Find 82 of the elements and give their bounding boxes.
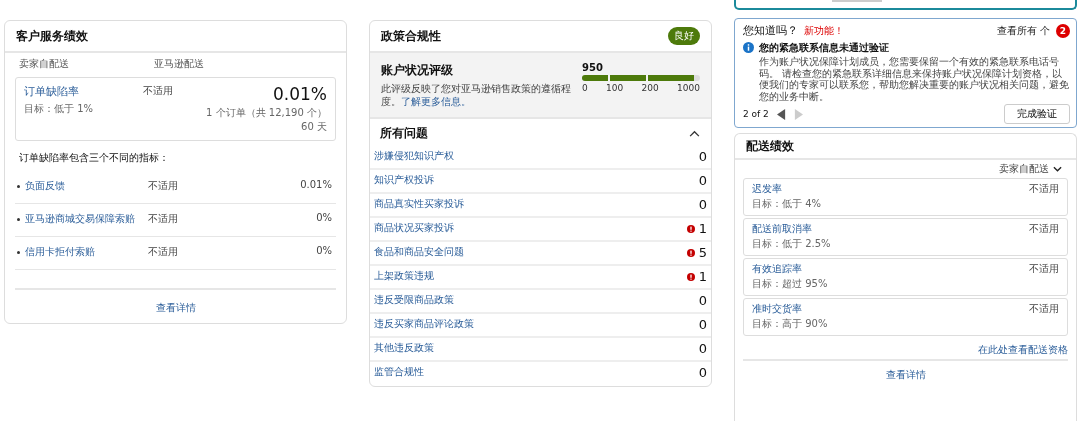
- count-badge: 2: [1056, 23, 1070, 38]
- metric-value: 0%: [315, 245, 332, 256]
- chevron-icon[interactable]: [689, 130, 700, 137]
- intro-text: 订单缺陷率包含三个不同的指标：: [18, 151, 170, 165]
- metric-link[interactable]: 订单缺陷率: [24, 84, 143, 99]
- metric-target: 目标：超过 95%: [752, 277, 828, 291]
- metric-link[interactable]: 准时交货率: [752, 302, 828, 316]
- issue-count: 0: [698, 317, 707, 332]
- panel-title: 客户服务绩效: [16, 27, 88, 45]
- metric-value: 不适用: [1029, 222, 1059, 236]
- filter-dropdown[interactable]: 卖家自配送: [999, 162, 1062, 176]
- issue-link[interactable]: 违反买家商品评论政策: [374, 317, 474, 331]
- issue-link[interactable]: 商品真实性买家投诉: [374, 197, 464, 211]
- issue-count: 0: [698, 197, 707, 212]
- column-header: 亚马逊配送: [153, 57, 204, 71]
- details-link[interactable]: 查看详情: [155, 302, 196, 313]
- axis-tick: 100: [606, 83, 624, 93]
- metric-link[interactable]: 有效追踪率: [752, 262, 828, 276]
- status-badge: 良好: [668, 27, 700, 45]
- issue-count: 0: [698, 149, 707, 164]
- issue-link[interactable]: 商品状况买家投诉: [374, 221, 454, 235]
- rating-description: 此评级反映了您对亚马逊销售政策的遵循程度。了解更多信息。: [381, 82, 572, 108]
- issue-link[interactable]: 其他违反政策: [374, 341, 434, 355]
- previous-icon[interactable]: [776, 108, 786, 120]
- metric-link[interactable]: 负面反馈: [25, 179, 65, 193]
- notice-body: 作为账户状况保障计划成员，您需要保留一个有效的紧急联系电话号码。 请检查您的紧急联系详细信息来保持账户状况保障计划资格，以便我们的专家可以联系您，帮助您解决重要的账户状况相关问题，避免您的业务中断。: [759, 56, 1070, 102]
- metric-value: 不适用: [148, 245, 179, 259]
- notice-heading: 您的紧急联系信息未通过验证: [759, 41, 890, 55]
- issue-count: 1: [698, 269, 707, 284]
- metric-link[interactable]: 信用卡拒付索赔: [25, 245, 95, 259]
- issue-link[interactable]: 知识产权投诉: [374, 173, 434, 187]
- details-link[interactable]: 查看详情: [885, 369, 926, 380]
- issue-link[interactable]: 违反受限商品政策: [374, 293, 454, 307]
- chevron-icon: [1053, 166, 1062, 172]
- issue-count: 0: [698, 173, 707, 188]
- bullet-icon: [17, 250, 20, 254]
- pager-label: 2 of 2: [743, 109, 769, 119]
- metric-value: 不适用: [148, 212, 179, 226]
- info-icon: [743, 42, 754, 53]
- period-label: 60 天: [301, 120, 327, 134]
- metric-value: 0%: [315, 212, 332, 223]
- panel-title: 政策合规性: [381, 27, 441, 45]
- metric-value: 0.01%: [273, 84, 327, 104]
- metric-value: 不适用: [143, 84, 174, 98]
- metric-link[interactable]: 亚马逊商城交易保障索赔: [25, 212, 135, 226]
- column-header: 卖家自配送: [19, 57, 70, 71]
- metric-value: 不适用: [148, 179, 179, 193]
- issue-count: 0: [698, 365, 707, 380]
- issue-count: 0: [698, 341, 707, 356]
- panel-title: 配送绩效: [746, 137, 794, 155]
- axis-tick: 200: [641, 83, 659, 93]
- issue-link[interactable]: 监管合规性: [374, 365, 424, 379]
- metric-target: 目标：低于 4%: [752, 197, 822, 211]
- issue-link[interactable]: 上架政策违规: [374, 269, 434, 283]
- metric-value: 不适用: [1029, 182, 1059, 196]
- metric-target: 目标：高于 90%: [752, 317, 828, 331]
- notice-title: 您知道吗？: [743, 23, 798, 38]
- section-title: 所有问题: [380, 125, 428, 142]
- metric-link[interactable]: 迟发率: [752, 182, 822, 196]
- axis-tick: 0: [582, 83, 588, 93]
- order-count: 1 个订单（共 12,190 个）: [206, 106, 327, 120]
- issue-count: 5: [698, 245, 707, 260]
- bullet-icon: [17, 217, 20, 221]
- verify-button[interactable]: 完成验证: [1004, 104, 1070, 124]
- bullet-icon: [17, 184, 20, 188]
- metric-target: 目标：低于 2.5%: [752, 237, 831, 251]
- issue-link[interactable]: 涉嫌侵犯知识产权: [374, 149, 454, 163]
- axis-tick: 1000: [677, 83, 700, 93]
- rating-title: 账户状况评级: [381, 62, 454, 79]
- issue-count: 0: [698, 293, 707, 308]
- metric-value: 不适用: [1029, 262, 1059, 276]
- rating-score: 950: [582, 62, 604, 73]
- view-all-link[interactable]: 查看所有 个: [996, 23, 1050, 38]
- learn-more-link[interactable]: 了解更多信息。: [401, 96, 471, 107]
- eligibility-link[interactable]: 在此处查看配送资格: [978, 344, 1068, 355]
- new-feature-label: 新功能！: [804, 23, 844, 38]
- metric-value: 不适用: [1029, 302, 1059, 316]
- metric-target: 目标：低于 1%: [24, 102, 95, 116]
- issue-link[interactable]: 食品和商品安全问题: [374, 245, 464, 259]
- metric-link[interactable]: 配送前取消率: [752, 222, 831, 236]
- issue-count: 1: [698, 221, 707, 236]
- metric-value: 0.01%: [299, 179, 332, 190]
